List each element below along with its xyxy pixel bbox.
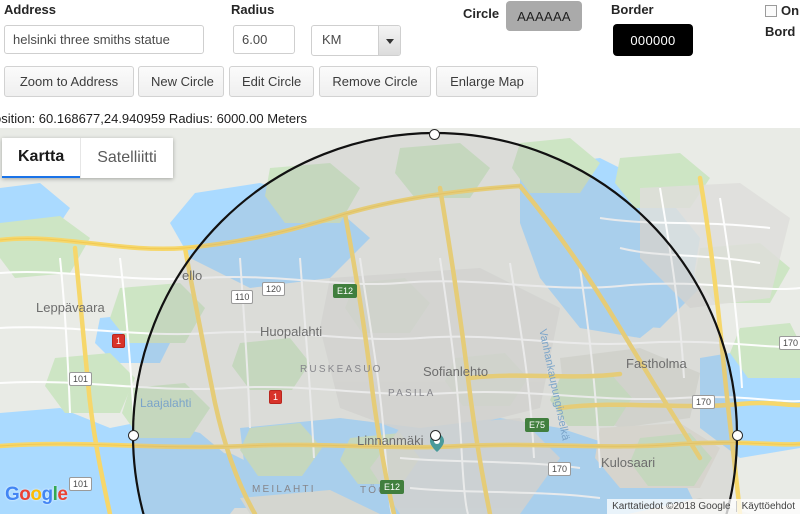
road-shield: 101 [69,477,93,491]
road-shield: 1 [112,334,126,348]
road-shield: 101 [69,372,93,386]
border-color-swatch[interactable]: 000000 [613,24,693,56]
road-shield: E12 [333,284,358,298]
map-type-kartta[interactable]: Kartta [2,138,81,178]
handle-west[interactable] [128,430,139,441]
onchange-checkbox[interactable] [765,5,777,17]
radius-input[interactable] [233,25,295,54]
remove-circle-button[interactable]: Remove Circle [319,66,431,97]
circle-center-marker[interactable] [430,430,441,441]
onchange-label: On [781,3,800,18]
road-shield: 170 [779,336,800,350]
road-shield: 110 [231,290,254,304]
map-type-satelliitti[interactable]: Satelliitti [80,138,173,178]
circle-color-swatch[interactable]: AAAAAA [506,1,582,31]
toolbar: Address Radius KM Circle AAAAAA Border 0… [0,0,800,128]
map-tiles [0,128,800,514]
enlarge-map-button[interactable]: Enlarge Map [436,66,538,97]
attribution-data: Karttatiedot ©2018 Google [612,501,731,512]
road-shield: E12 [380,480,405,494]
onchange-label-second-line: Bord [765,24,795,39]
google-logo: Google [5,484,68,505]
radius-unit-select[interactable]: KM [311,25,401,56]
map-canvas[interactable]: Kartta Satelliitti Leppävaara ello Huopala… [0,128,800,514]
road-shield: E75 [525,418,550,432]
road-shield: 120 [262,282,286,296]
handle-east[interactable] [732,430,743,441]
address-label: Address [4,2,57,17]
border-color-label: Border [611,2,654,17]
edit-circle-button[interactable]: Edit Circle [229,66,314,97]
handle-north[interactable] [429,129,440,140]
road-shield: 170 [692,395,716,409]
onchange-label2: Bord [765,24,796,39]
radius-unit-value: KM [322,32,342,47]
map-circle-editor-app: Address Radius KM Circle AAAAAA Border 0… [0,0,800,514]
attribution-terms[interactable]: Käyttöehdot [735,501,800,512]
onchange-checkbox-row[interactable]: On [765,3,799,18]
map-type-control[interactable]: Kartta Satelliitti [2,138,173,178]
road-shield: 170 [548,462,572,476]
chevron-down-icon[interactable] [378,26,400,55]
radius-label: Radius [231,2,275,17]
map-attribution: Karttatiedot ©2018 Google Käyttöehdot [607,499,800,514]
road-shield: 1 [269,390,283,404]
circle-color-label: Circle [463,6,500,21]
zoom-to-address-button[interactable]: Zoom to Address [4,66,134,97]
address-input[interactable] [4,25,204,54]
new-circle-button[interactable]: New Circle [138,66,224,97]
status-line: osition: 60.168677,24.940959 Radius: 600… [0,111,307,126]
